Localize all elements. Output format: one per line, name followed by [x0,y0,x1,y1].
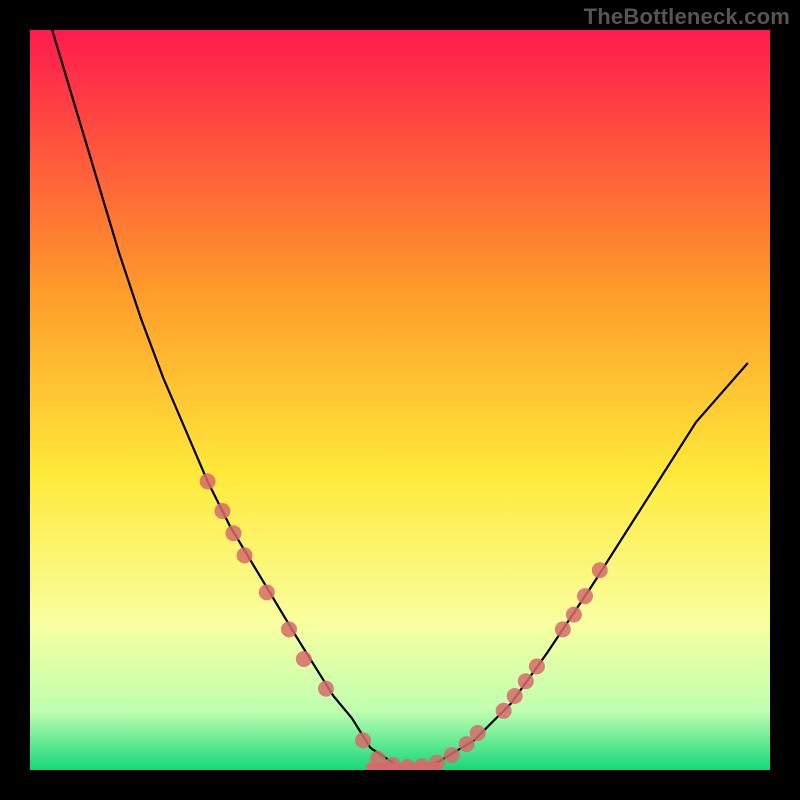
marker-dot [259,584,275,600]
marker-dot [237,547,253,563]
plot-area [30,30,770,770]
marker-dot [518,673,534,689]
marker-dot [370,751,386,767]
marker-dot [592,562,608,578]
marker-dot [444,747,460,763]
watermark-text: TheBottleneck.com [584,4,790,30]
marker-dot [529,658,545,674]
marker-dot [318,681,334,697]
chart-svg [30,30,770,770]
marker-dot [226,525,242,541]
marker-dot [470,725,486,741]
marker-dot [496,703,512,719]
marker-dot [214,503,230,519]
marker-dot [429,755,445,770]
marker-dot [577,588,593,604]
marker-dot [296,651,312,667]
chart-frame: TheBottleneck.com [0,0,800,800]
marker-dot [281,621,297,637]
marker-dot [355,732,371,748]
marker-dot [566,607,582,623]
gradient-background [30,30,770,770]
marker-dot [507,688,523,704]
marker-dot [200,473,216,489]
marker-dot [555,621,571,637]
